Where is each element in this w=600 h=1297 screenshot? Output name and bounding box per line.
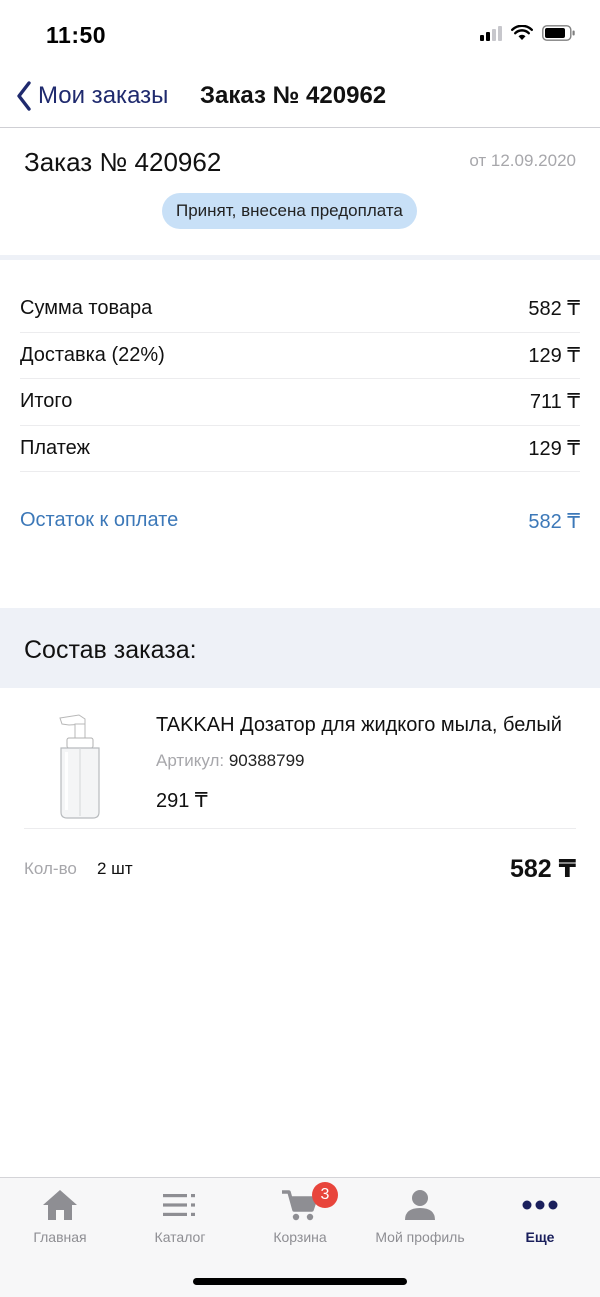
order-header: Заказ № 420962 от 12.09.2020 Принят, вне… xyxy=(0,128,600,255)
summary-value: 711 ₸ xyxy=(529,391,580,414)
order-summary: Сумма товара 582 ₸ Доставка (22%) 129 ₸ … xyxy=(20,286,580,472)
wifi-icon xyxy=(511,25,533,40)
composition-title: Состав заказа: xyxy=(24,636,197,664)
cart-badge: 3 xyxy=(312,1182,338,1208)
status-icons xyxy=(480,25,576,41)
product-image xyxy=(59,714,100,819)
tab-label: Корзина xyxy=(273,1229,327,1245)
home-indicator[interactable] xyxy=(193,1278,407,1285)
item-divider xyxy=(24,828,576,829)
product-name: TAKKAH Дозатор для жидкого мыла, белый xyxy=(156,714,562,736)
remainder-row: Остаток к оплате 582 ₸ xyxy=(20,509,580,534)
summary-value: 582 ₸ xyxy=(528,298,580,321)
back-button[interactable]: Мои заказы xyxy=(16,78,168,114)
page-title: Заказ № 420962 xyxy=(200,82,387,109)
status-time: 11:50 xyxy=(46,22,107,48)
summary-row-payment: Платеж 129 ₸ xyxy=(20,426,580,472)
summary-row-goods: Сумма товара 582 ₸ xyxy=(20,286,580,333)
profile-icon xyxy=(405,1190,435,1220)
tab-label: Мой профиль xyxy=(375,1229,465,1245)
product-price: 291 ₸ xyxy=(156,790,208,812)
status-bar: 11:50 xyxy=(0,0,600,70)
sku-label: Артикул: xyxy=(156,751,225,770)
summary-row-total: Итого 711 ₸ xyxy=(20,379,580,426)
list-icon xyxy=(163,1194,195,1216)
item-total: 582 ₸ xyxy=(509,855,576,883)
summary-label: Сумма товара xyxy=(20,297,153,320)
tab-label: Главная xyxy=(33,1229,87,1245)
product-sku: Артикул: 90388799 xyxy=(156,751,304,771)
tab-catalog[interactable]: Каталог xyxy=(120,1178,240,1258)
order-item[interactable]: TAKKAH Дозатор для жидкого мыла, белый А… xyxy=(0,688,600,828)
back-label: Мои заказы xyxy=(38,82,169,109)
order-title: Заказ № 420962 xyxy=(24,147,222,177)
status-badge: Принят, внесена предоплата xyxy=(162,193,417,229)
navigation-bar: Мои заказы Заказ № 420962 xyxy=(0,70,600,128)
summary-value: 129 ₸ xyxy=(528,437,580,460)
home-icon xyxy=(43,1190,77,1220)
summary-value: 129 ₸ xyxy=(528,344,580,367)
tab-more[interactable]: Еще xyxy=(480,1178,600,1258)
battery-icon xyxy=(542,25,575,41)
section-divider xyxy=(0,255,600,260)
cellular-signal-icon xyxy=(480,25,502,41)
tab-label: Еще xyxy=(525,1229,555,1245)
quantity-label: Кол-во xyxy=(24,859,77,878)
quantity-row: Кол-во 2 шт 582 ₸ xyxy=(24,854,576,884)
tab-home[interactable]: Главная xyxy=(0,1178,120,1258)
summary-label: Итого xyxy=(20,390,73,413)
more-icon xyxy=(522,1200,558,1210)
quantity-value: 2 шт xyxy=(97,859,133,878)
composition-header: Состав заказа: xyxy=(0,608,600,688)
chevron-left-icon xyxy=(17,81,31,111)
tab-profile[interactable]: Мой профиль xyxy=(360,1178,480,1258)
remainder-label: Остаток к оплате xyxy=(20,509,179,531)
remainder-value: 582 ₸ xyxy=(528,511,580,533)
tab-cart[interactable]: 3 Корзина xyxy=(240,1178,360,1258)
summary-label: Платеж xyxy=(20,436,90,459)
order-date: от 12.09.2020 xyxy=(469,151,576,170)
sku-value: 90388799 xyxy=(228,751,305,770)
summary-row-delivery: Доставка (22%) 129 ₸ xyxy=(20,333,580,379)
summary-label: Доставка (22%) xyxy=(20,343,165,366)
tab-label: Каталог xyxy=(154,1229,206,1245)
